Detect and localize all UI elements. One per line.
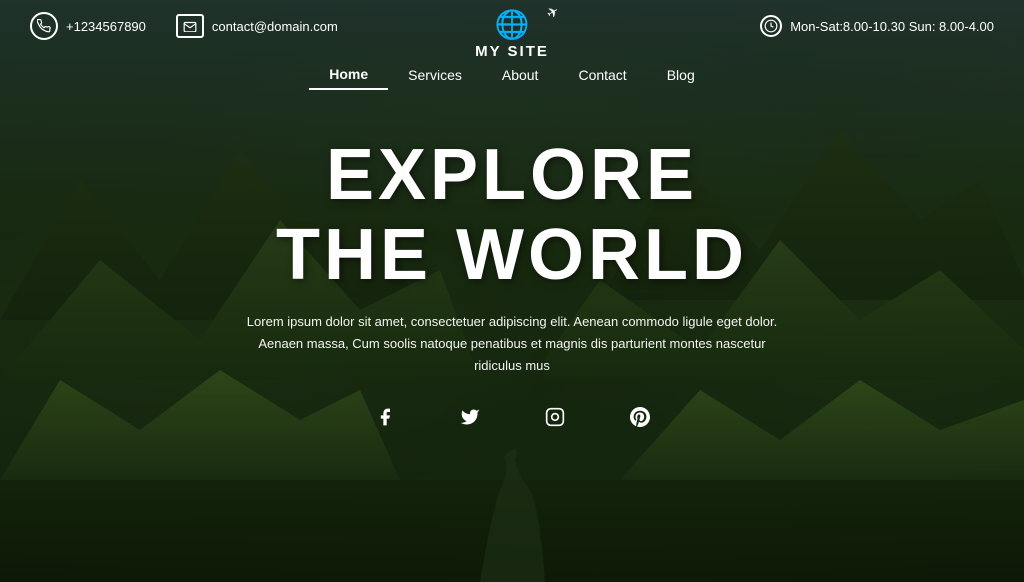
email-address: contact@domain.com — [212, 19, 338, 34]
phone-icon — [30, 12, 58, 40]
social-bar — [0, 407, 1024, 433]
clock-icon — [760, 15, 782, 37]
nav-home[interactable]: Home — [309, 60, 388, 90]
hero-title-2: THE WORLD — [0, 219, 1024, 291]
nav-blog[interactable]: Blog — [647, 61, 715, 89]
phone-number: +1234567890 — [66, 19, 146, 34]
nav-bar: Home Services About Contact Blog — [0, 52, 1024, 94]
hours-text: Mon-Sat:8.00-10.30 Sun: 8.00-4.00 — [790, 19, 994, 34]
instagram-icon[interactable] — [545, 407, 565, 433]
logo-globe-icon: 🌐 ✈ — [475, 8, 549, 41]
hero-content: EXPLORE THE WORLD Lorem ipsum dolor sit … — [0, 94, 1024, 377]
hero-subtitle: Lorem ipsum dolor sit amet, consectetuer… — [242, 311, 782, 377]
email-item: contact@domain.com — [176, 14, 338, 38]
nav-services[interactable]: Services — [388, 61, 482, 89]
twitter-icon[interactable] — [460, 407, 480, 433]
nav-about[interactable]: About — [482, 61, 559, 89]
email-icon — [176, 14, 204, 38]
logo-plane-icon: ✈ — [544, 2, 563, 23]
hours-item: Mon-Sat:8.00-10.30 Sun: 8.00-4.00 — [760, 15, 994, 37]
facebook-icon[interactable] — [375, 407, 395, 433]
hero-title-1: EXPLORE — [0, 139, 1024, 211]
nav-contact[interactable]: Contact — [558, 61, 646, 89]
top-bar: +1234567890 contact@domain.com 🌐 ✈ MY SI… — [0, 0, 1024, 52]
top-bar-left: +1234567890 contact@domain.com — [30, 12, 338, 40]
phone-item: +1234567890 — [30, 12, 146, 40]
pinterest-icon[interactable] — [630, 407, 650, 433]
